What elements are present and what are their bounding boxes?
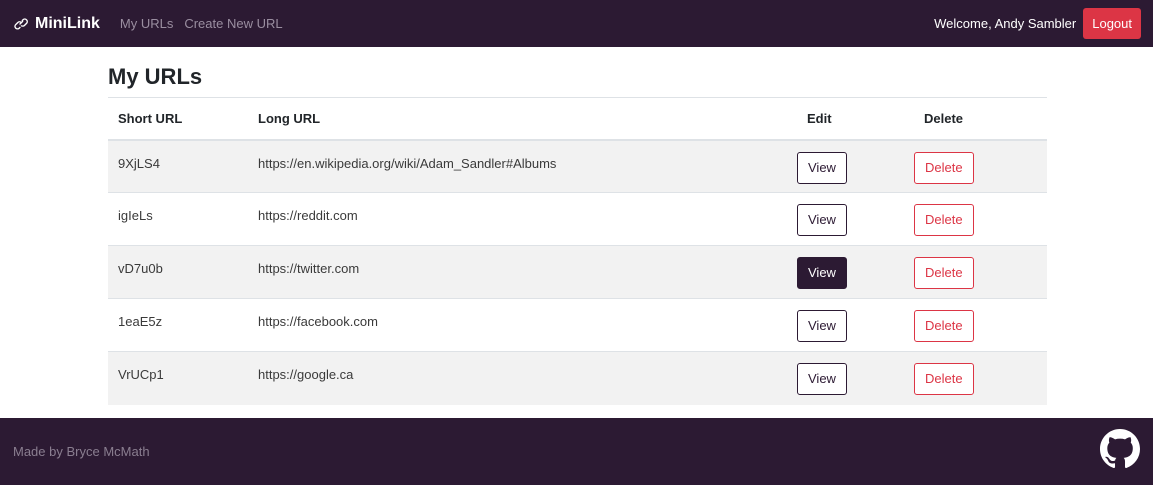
logout-button[interactable]: Logout	[1083, 8, 1141, 39]
short-url-cell: vD7u0b	[118, 261, 163, 276]
short-url-cell: VrUCp1	[118, 367, 164, 382]
view-button[interactable]: View	[797, 204, 847, 236]
short-url-cell: 1eaE5z	[118, 314, 163, 329]
table-row: VrUCp1 https://google.ca View Delete	[108, 351, 1047, 405]
view-button[interactable]: View	[797, 363, 847, 395]
table-row: igIeLs https://reddit.com View Delete	[108, 192, 1047, 246]
header-edit: Edit	[807, 110, 832, 126]
delete-button[interactable]: Delete	[914, 363, 974, 395]
header-short-url: Short URL	[118, 110, 183, 126]
header-long-url: Long URL	[258, 110, 321, 126]
long-url-cell: https://reddit.com	[258, 208, 358, 223]
view-button[interactable]: View	[797, 151, 847, 184]
footer: Made by Bryce McMath	[0, 418, 1153, 485]
long-url-cell: https://en.wikipedia.org/wiki/Adam_Sandl…	[258, 155, 557, 171]
long-url-cell: https://facebook.com	[258, 314, 378, 329]
urls-table: Short URL Long URL Edit Delete 9XjLS4 ht…	[108, 97, 1047, 405]
table-header-row: Short URL Long URL Edit Delete	[108, 97, 1047, 140]
main-content: My URLs Short URL Long URL Edit Delete 9…	[108, 60, 1047, 405]
delete-button[interactable]: Delete	[914, 204, 974, 236]
long-url-cell: https://twitter.com	[258, 261, 360, 276]
navbar: MiniLink My URLs Create New URL Welcome,…	[0, 0, 1153, 47]
brand-name: MiniLink	[35, 14, 100, 32]
short-url-cell: igIeLs	[118, 208, 153, 223]
delete-button[interactable]: Delete	[914, 310, 974, 342]
github-icon	[1100, 429, 1140, 469]
brand[interactable]: MiniLink	[12, 15, 100, 33]
table-row: 9XjLS4 https://en.wikipedia.org/wiki/Ada…	[108, 139, 1047, 193]
link-icon	[14, 18, 28, 30]
view-button[interactable]: View	[797, 257, 847, 289]
table-row: 1eaE5z https://facebook.com View Delete	[108, 298, 1047, 352]
delete-button[interactable]: Delete	[914, 257, 974, 289]
view-button[interactable]: View	[797, 310, 847, 342]
nav-link-my-urls[interactable]: My URLs	[120, 16, 173, 31]
table-row: vD7u0b https://twitter.com View Delete	[108, 245, 1047, 299]
github-link[interactable]	[1100, 429, 1140, 474]
footer-credit: Made by Bryce McMath	[13, 444, 150, 459]
long-url-cell: https://google.ca	[258, 367, 354, 382]
page-title: My URLs	[108, 64, 203, 89]
delete-button[interactable]: Delete	[914, 151, 974, 184]
welcome-text: Welcome, Andy Sambler	[934, 16, 1077, 31]
header-delete: Delete	[924, 110, 964, 126]
nav-link-create-url[interactable]: Create New URL	[184, 16, 282, 31]
short-url-cell: 9XjLS4	[118, 155, 160, 171]
